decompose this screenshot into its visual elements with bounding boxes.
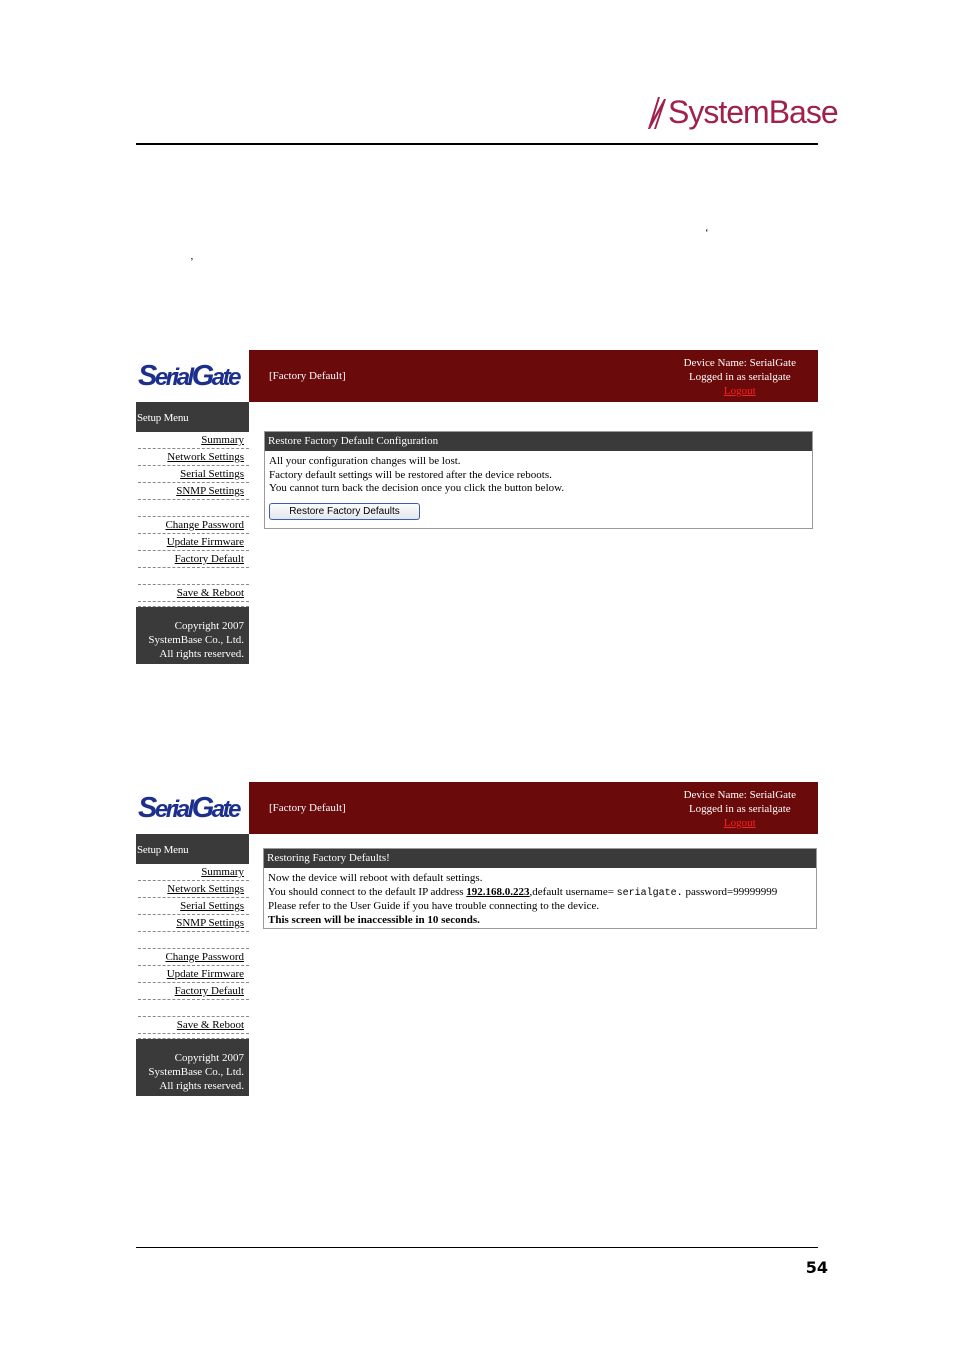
menu-separator [138,1000,249,1017]
menu-item-factory-default[interactable]: Factory Default [138,983,249,1000]
warning-line: Factory default settings will be restore… [269,468,552,481]
logged-in-user: Logged in as serialgate [688,371,791,383]
menu-item-summary[interactable]: Summary [138,432,249,449]
menu-title: Setup Menu [136,834,249,864]
header-banner: [Factory Default] Device Name: SerialGat… [249,782,818,834]
open-quote: ‘ [705,227,709,239]
systembase-logo-mark-icon [648,97,666,129]
copyright: Copyright 2007 SystemBase Co., Ltd. All … [136,1039,249,1096]
menu-item-summary[interactable]: Summary [138,864,249,881]
close-quote: ’ [190,256,194,268]
logout-link[interactable]: Logout [684,816,796,830]
serialgate-logo: SerialGate [136,782,249,834]
logged-in-user: Logged in as serialgate [688,803,791,815]
screenshot-restoring: SerialGate [Factory Default] Device Name… [136,782,818,1109]
menu-item-network-settings[interactable]: Network Settings [138,881,249,898]
logout-link[interactable]: Logout [684,384,796,398]
footer-rule [136,1247,818,1248]
menu-item-serial-settings[interactable]: Serial Settings [138,898,249,915]
info-line: Now the device will reboot with default … [268,872,483,884]
page-title: [Factory Default] [269,370,346,382]
default-ip-address: 192.168.0.223 [466,885,530,898]
app-header: SerialGate [Factory Default] Device Name… [136,782,818,834]
device-name: Device Name: SerialGate [683,357,796,369]
panel-body: All your configuration changes will be l… [265,451,812,520]
menu-separator [138,932,249,949]
page-title: [Factory Default] [269,802,346,814]
menu-item-change-password[interactable]: Change Password [138,517,249,534]
restore-panel: Restore Factory Default Configuration Al… [264,431,813,529]
restoring-panel: Restoring Factory Defaults! Now the devi… [263,848,817,929]
systembase-logo: SystemBase [646,90,839,134]
panel-title: Restore Factory Default Configuration [265,432,812,451]
app-header: SerialGate [Factory Default] Device Name… [136,350,818,402]
setup-menu: Setup Menu Summary Network Settings Seri… [136,834,249,1096]
menu-separator [138,500,249,517]
header-banner: [Factory Default] Device Name: SerialGat… [249,350,818,402]
setup-menu: Setup Menu Summary Network Settings Seri… [136,402,249,664]
menu-item-change-password[interactable]: Change Password [138,949,249,966]
screenshot-factory-default: SerialGate [Factory Default] Device Name… [136,350,818,677]
warning-line: You cannot turn back the decision once y… [269,482,565,494]
panel-body: Now the device will reboot with default … [264,868,816,927]
menu-title: Setup Menu [136,402,249,432]
systembase-logo-text: SystemBase [668,94,839,130]
menu-item-snmp-settings[interactable]: SNMP Settings [138,915,249,932]
header-rule [136,143,818,145]
menu-item-update-firmware[interactable]: Update Firmware [138,966,249,983]
page-number: 54 [805,1258,828,1277]
panel-title: Restoring Factory Defaults! [264,849,816,868]
restore-factory-defaults-button[interactable]: Restore Factory Defaults [269,502,420,520]
serialgate-logo: SerialGate [136,350,249,402]
device-info: Device Name: SerialGate Logged in as ser… [684,788,796,830]
menu-separator [138,568,249,585]
device-name: Device Name: SerialGate [683,789,796,801]
info-line: You should connect to the default IP add… [268,885,778,899]
menu-item-save-reboot[interactable]: Save & Reboot [138,1017,249,1034]
menu-item-save-reboot[interactable]: Save & Reboot [138,585,249,602]
default-username: serialgate. [616,887,683,899]
warning-line: All your configuration changes will be l… [269,455,461,467]
menu-item-serial-settings[interactable]: Serial Settings [138,466,249,483]
info-line: This screen will be inaccessible in 10 s… [268,913,480,926]
copyright: Copyright 2007 SystemBase Co., Ltd. All … [136,607,249,664]
menu-item-factory-default[interactable]: Factory Default [138,551,249,568]
info-line: Please refer to the User Guide if you ha… [268,900,600,912]
device-info: Device Name: SerialGate Logged in as ser… [684,356,796,398]
menu-item-network-settings[interactable]: Network Settings [138,449,249,466]
menu-item-snmp-settings[interactable]: SNMP Settings [138,483,249,500]
menu-item-update-firmware[interactable]: Update Firmware [138,534,249,551]
